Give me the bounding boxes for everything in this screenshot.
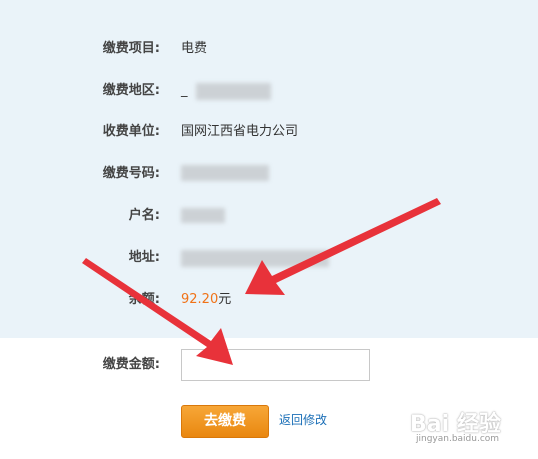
payment-amount-input[interactable] (181, 349, 370, 381)
payment-amount-row: 缴费金额: (0, 349, 538, 381)
row-address: 地址: (0, 246, 538, 270)
back-edit-link[interactable]: 返回修改 (279, 405, 327, 436)
redacted-account-name (181, 208, 225, 223)
balance-unit: 元 (218, 292, 232, 307)
redacted-region (196, 83, 271, 100)
account-name-label: 户名: (128, 208, 160, 223)
row-payment-region: 缴费地区: _ (0, 79, 538, 103)
payment-region-value: _ (181, 83, 188, 98)
balance-value: 92.20元 (181, 288, 231, 312)
baidu-jingyan-watermark: Bai 经验 jingyan.baidu.com (410, 400, 534, 452)
billing-unit-value: 国网江西省电力公司 (181, 124, 299, 139)
payment-number-label: 缴费号码: (102, 166, 160, 181)
payment-item-value: 电费 (181, 41, 208, 56)
payment-amount-label: 缴费金额: (102, 357, 160, 372)
row-payment-item: 缴费项目: 电费 (0, 37, 538, 61)
pay-button[interactable]: 去缴费 (181, 405, 269, 438)
address-label: 地址: (128, 250, 160, 265)
payment-region-label: 缴费地区: (102, 83, 160, 98)
row-payment-number: 缴费号码: (0, 162, 538, 186)
payment-item-label: 缴费项目: (102, 41, 160, 56)
billing-unit-label: 收费单位: (102, 124, 160, 139)
balance-amount: 92.20 (181, 292, 219, 307)
row-account-name: 户名: (0, 204, 538, 228)
balance-label: 余额: (128, 292, 160, 307)
redacted-payment-number (181, 165, 269, 181)
payment-info-panel: 缴费项目: 电费 缴费地区: _ 收费单位: 国网江西省电力公司 缴费号码: 户… (0, 0, 538, 338)
row-balance: 余额: 92.20元 (0, 288, 538, 312)
row-billing-unit: 收费单位: 国网江西省电力公司 (0, 120, 538, 144)
redacted-address (181, 250, 329, 267)
watermark-url: jingyan.baidu.com (416, 434, 500, 444)
